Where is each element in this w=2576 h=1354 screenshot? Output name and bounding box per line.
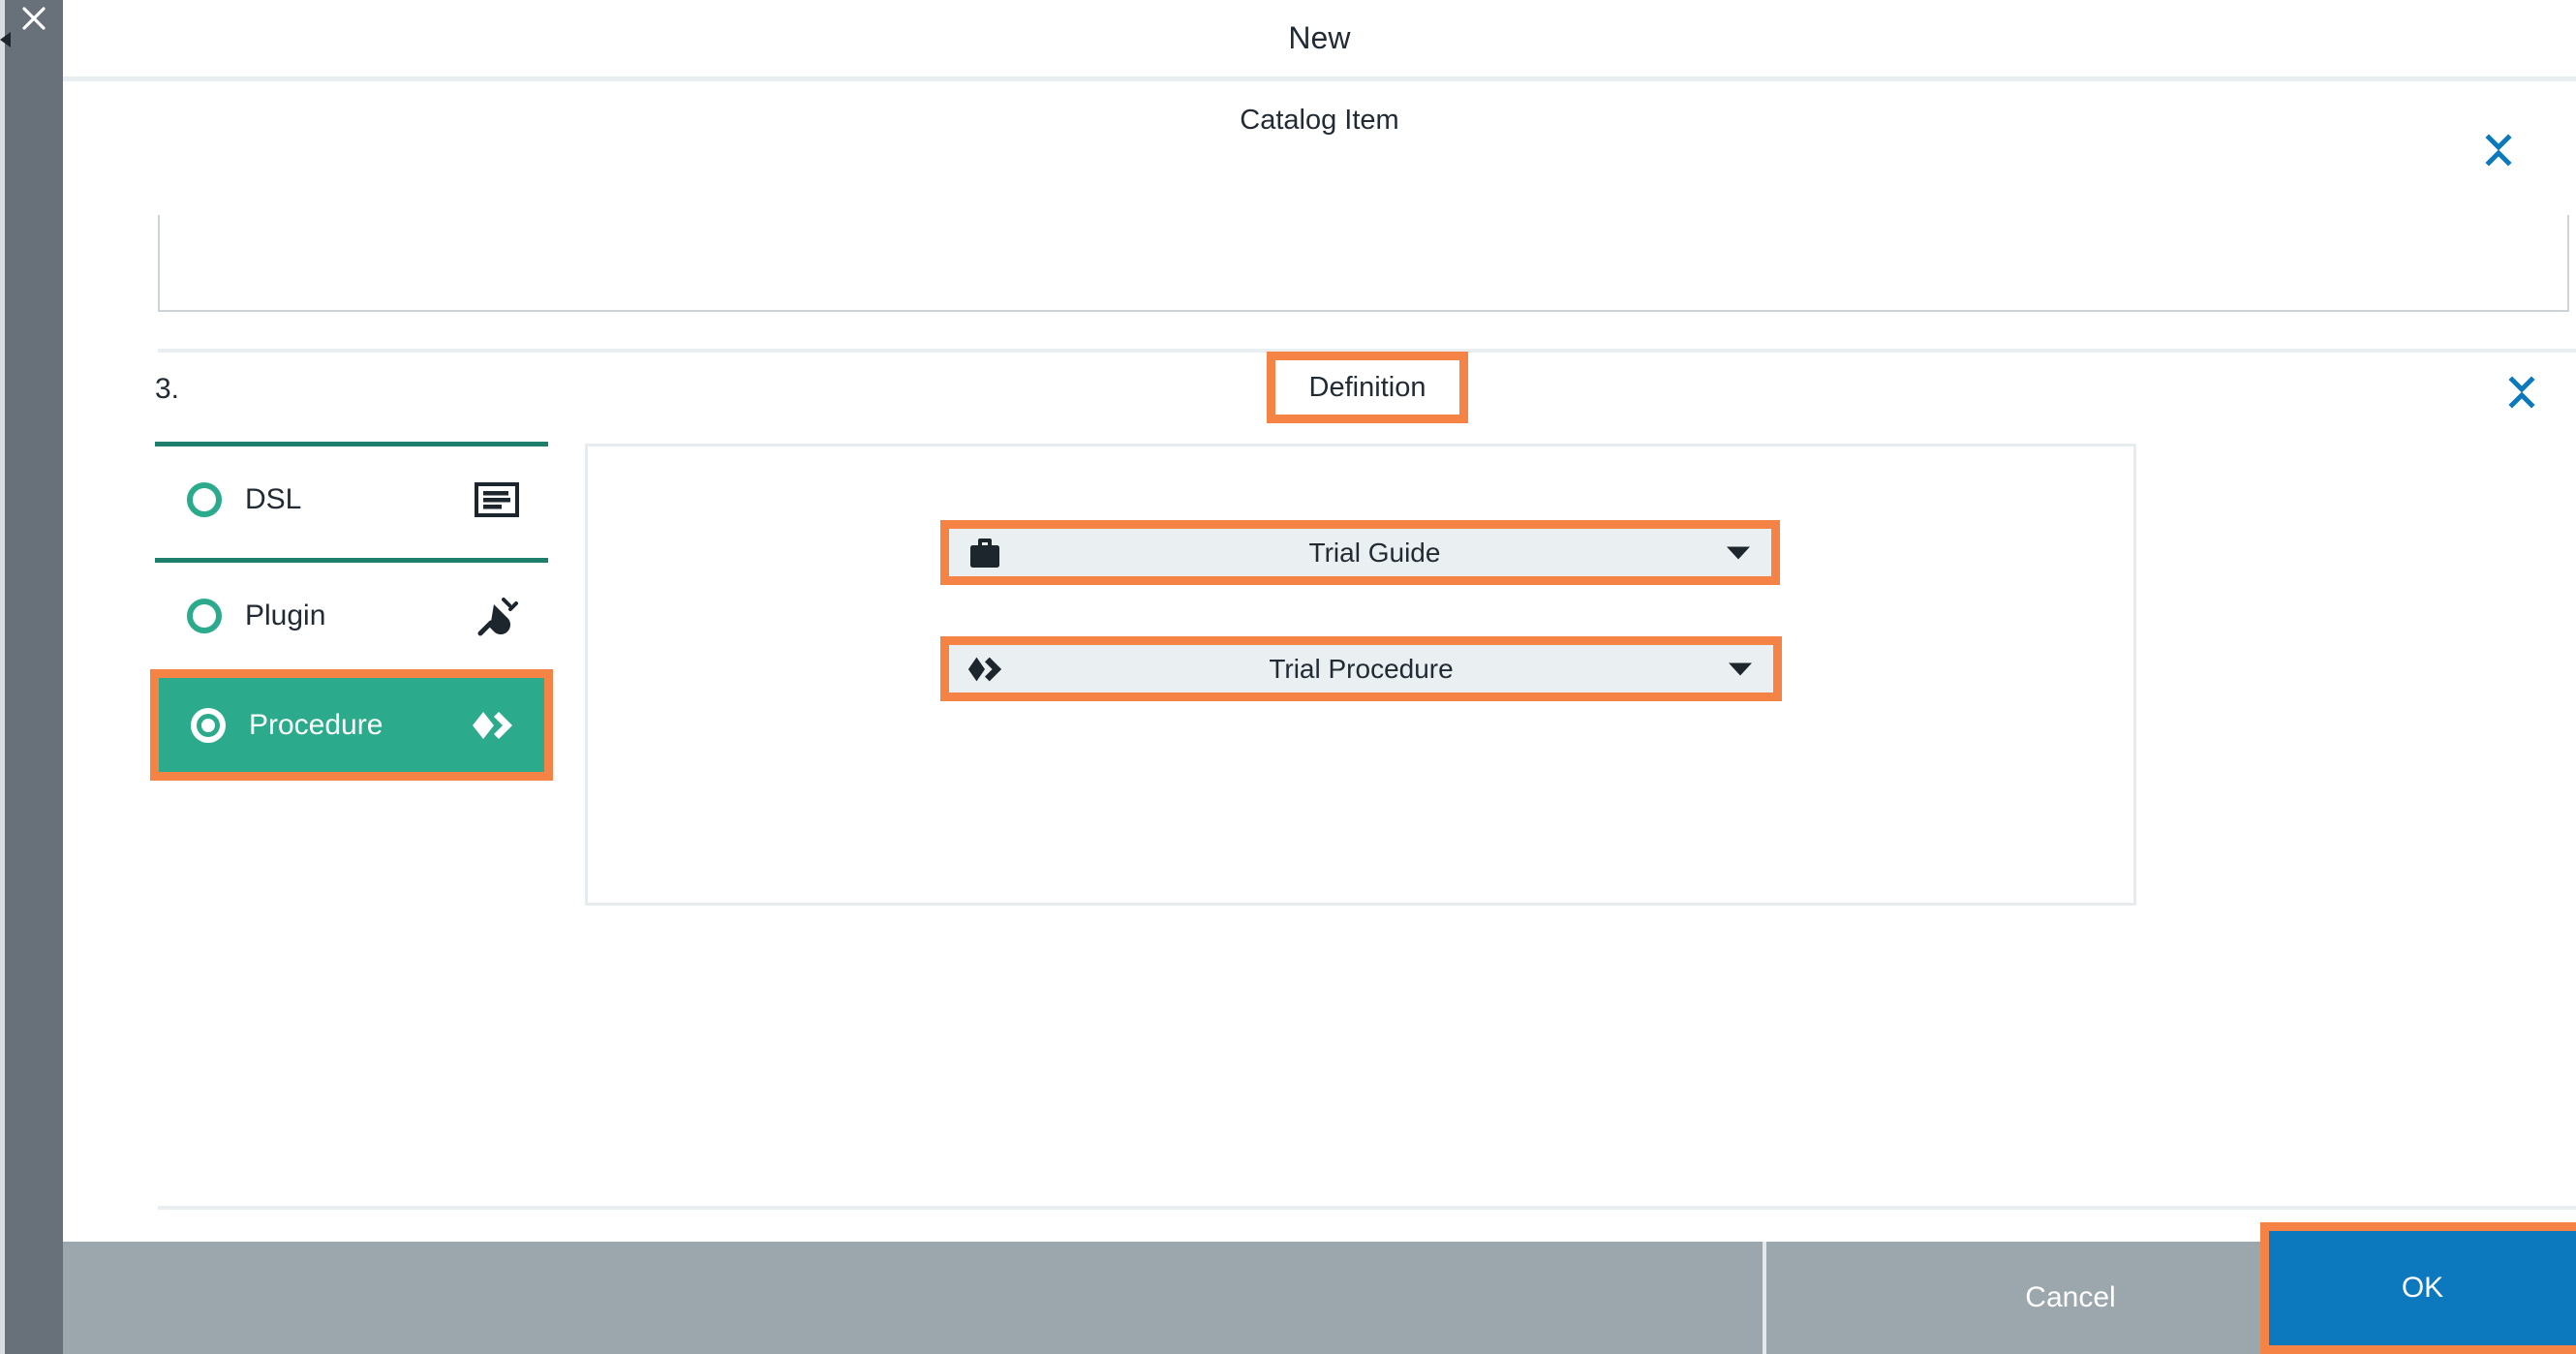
cancel-button[interactable]: Cancel <box>1867 1242 2274 1354</box>
chevron-down-icon-guide[interactable] <box>1727 546 1750 559</box>
dropdown-trial-guide-inner: Trial Guide <box>949 529 1771 576</box>
close-icon[interactable] <box>19 4 48 33</box>
radio-plugin[interactable] <box>187 599 222 633</box>
radio-procedure[interactable] <box>191 707 226 743</box>
page-title: New <box>1288 20 1351 55</box>
option-label-plugin: Plugin <box>245 600 326 631</box>
plug-icon <box>475 594 519 638</box>
ok-button[interactable]: OK <box>2269 1231 2576 1345</box>
step-number: 3. <box>155 373 180 405</box>
section-title-definition: Definition <box>1308 371 1426 403</box>
section-title-catalog-item: Catalog Item <box>1240 105 1399 136</box>
dropdown-trial-procedure[interactable]: Trial Procedure <box>940 636 1782 701</box>
code-chevrons-icon <box>471 703 515 748</box>
option-label-dsl: DSL <box>245 483 302 515</box>
footer-divider-rule <box>158 1206 2576 1210</box>
option-dsl[interactable]: DSL <box>155 446 548 553</box>
app-rail-background <box>0 0 63 1354</box>
dropdown-trial-guide[interactable]: Trial Guide <box>940 520 1780 585</box>
modal-header: New <box>63 0 2576 77</box>
dropdown-trial-guide-value: Trial Guide <box>1308 537 1441 568</box>
option-label-procedure: Procedure <box>249 708 383 741</box>
dropdown-trial-procedure-value: Trial Procedure <box>1269 653 1454 684</box>
new-catalog-item-modal: New Catalog Item Definition 3. DSL Plugi… <box>0 0 2576 1354</box>
option-procedure[interactable]: Procedure <box>150 669 553 781</box>
script-document-icon <box>475 477 519 522</box>
dropdown-trial-procedure-inner: Trial Procedure <box>949 645 1773 692</box>
caret-left-icon <box>0 32 12 47</box>
description-textarea[interactable] <box>158 215 2569 312</box>
ok-button-highlight[interactable]: OK <box>2260 1222 2576 1354</box>
section-catalog-item: Catalog Item <box>63 81 2576 159</box>
briefcase-icon <box>966 535 1003 571</box>
code-chevrons-icon-dropdown <box>966 651 1003 688</box>
footer-button-separator <box>1763 1242 1766 1354</box>
app-rail <box>5 0 63 1354</box>
chevron-down-icon-procedure[interactable] <box>1729 662 1752 675</box>
section-title-definition-highlight: Definition <box>1267 352 1468 423</box>
radio-dsl[interactable] <box>187 482 222 517</box>
collapse-expand-icon-catalog-item[interactable] <box>2479 124 2518 176</box>
collapse-expand-icon-definition[interactable] <box>2502 366 2541 418</box>
option-plugin[interactable]: Plugin <box>155 563 548 669</box>
